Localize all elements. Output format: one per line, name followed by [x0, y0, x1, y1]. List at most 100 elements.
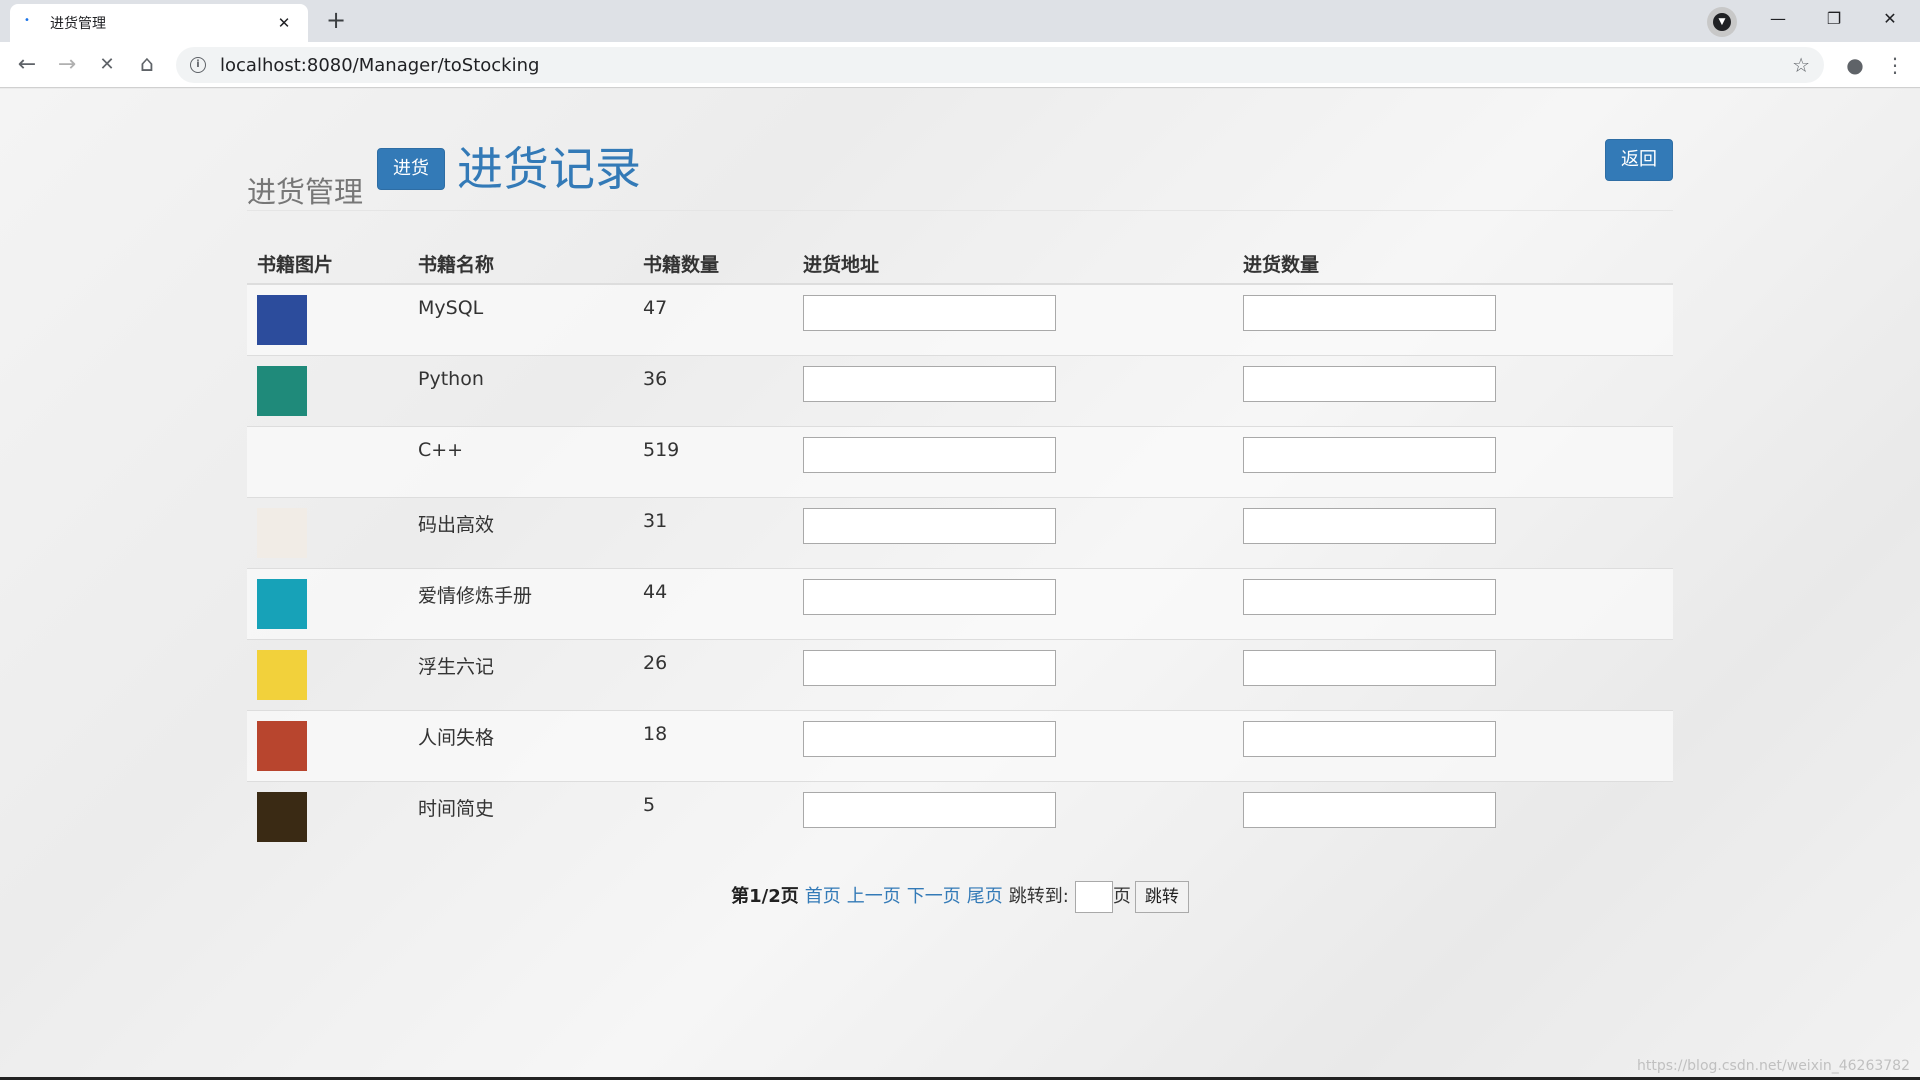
page-content: 进货管理 进货 进货记录 返回 书籍图片 书籍名称 书籍数量 进货地址 进货数量…: [0, 89, 1920, 1080]
stock-address-cell: [793, 638, 1233, 710]
bookmark-star-icon[interactable]: ☆: [1792, 53, 1810, 77]
book-name-cell: 浮生六记: [408, 638, 633, 710]
book-count: 47: [643, 297, 668, 319]
back-nav-button[interactable]: 返回: [1605, 139, 1673, 181]
stock-qty-cell: [1233, 283, 1673, 355]
stock-address-input[interactable]: [803, 791, 1056, 828]
last-page-link[interactable]: 尾页: [967, 881, 1003, 913]
first-page-link[interactable]: 首页: [805, 881, 841, 913]
jump-page-input[interactable]: [1074, 881, 1113, 913]
col-header-stock-qty: 进货数量: [1233, 244, 1673, 285]
book-count: 36: [643, 367, 668, 390]
book-name: 浮生六记: [418, 655, 495, 678]
chevron-down-icon: ▼: [1713, 13, 1731, 31]
book-image-cell: [247, 567, 408, 639]
book-name-cell: 爱情修炼手册: [408, 567, 633, 639]
stock-address-input[interactable]: [803, 578, 1056, 615]
tab-search-button[interactable]: ▼: [1707, 7, 1737, 37]
table-header-row: 书籍图片 书籍名称 书籍数量 进货地址 进货数量: [247, 244, 1673, 285]
table-row: 码出高效 31: [247, 496, 1673, 568]
new-tab-button[interactable]: +: [320, 6, 352, 36]
stock-quantity-input[interactable]: [1243, 720, 1496, 757]
tab-close-icon[interactable]: ✕: [274, 14, 294, 32]
url-text[interactable]: localhost:8080/Manager/toStocking: [220, 55, 1792, 76]
table-row: C++ 519: [247, 425, 1673, 497]
account-icon[interactable]: ●: [1840, 51, 1870, 79]
book-cover-image: [257, 791, 307, 842]
col-header-count: 书籍数量: [633, 244, 793, 285]
table-row: 人间失格 18: [247, 709, 1673, 781]
stock-address-input[interactable]: [803, 436, 1056, 473]
browser-tab[interactable]: • 进货管理 ✕: [10, 4, 308, 42]
stock-qty-cell: [1233, 638, 1673, 710]
book-count: 519: [643, 438, 680, 461]
site-info-icon[interactable]: i: [190, 57, 206, 73]
stop-loading-button[interactable]: ✕: [92, 51, 122, 79]
book-name: MySQL: [418, 297, 484, 319]
book-name: 时间简史: [418, 797, 495, 820]
jump-button[interactable]: 跳转: [1134, 881, 1189, 913]
book-name: 码出高效: [418, 513, 495, 536]
stock-address-input[interactable]: [803, 365, 1056, 402]
book-count-cell: 18: [633, 709, 793, 781]
section-label: 进货管理: [247, 175, 364, 209]
stock-table: 书籍图片 书籍名称 书籍数量 进货地址 进货数量 MySQL 47 Python 36…: [247, 244, 1673, 852]
book-cover-image: [257, 295, 307, 345]
stock-address-input[interactable]: [803, 507, 1056, 544]
table-row: MySQL 47: [247, 283, 1673, 355]
book-count-cell: 5: [633, 780, 793, 852]
book-count-cell: 31: [633, 496, 793, 568]
page-header: 进货管理 进货 进货记录 返回: [247, 139, 1673, 211]
back-button[interactable]: ←: [12, 51, 42, 79]
prev-page-link[interactable]: 上一页: [847, 881, 901, 913]
book-image-cell: [247, 709, 408, 781]
stock-quantity-input[interactable]: [1243, 365, 1496, 402]
book-name: 爱情修炼手册: [418, 584, 533, 607]
minimize-button[interactable]: —: [1750, 0, 1806, 40]
next-page-link[interactable]: 下一页: [907, 881, 961, 913]
book-name: C++: [418, 438, 464, 461]
book-name-cell: 码出高效: [408, 496, 633, 568]
table-row: 浮生六记 26: [247, 638, 1673, 710]
book-count-cell: 519: [633, 425, 793, 497]
restore-button[interactable]: ❐: [1806, 0, 1862, 40]
table-row: Python 36: [247, 354, 1673, 426]
stock-address-cell: [793, 567, 1233, 639]
browser-tab-bar: • 进货管理 ✕ + ▼ — ❐ ✕: [0, 0, 1920, 42]
book-image-cell: [247, 283, 408, 355]
stock-address-input[interactable]: [803, 649, 1056, 686]
stock-quantity-input[interactable]: [1243, 295, 1496, 331]
tab-title: 进货管理: [50, 16, 106, 32]
stock-quantity-input[interactable]: [1243, 791, 1496, 828]
stock-quantity-input[interactable]: [1243, 578, 1496, 615]
book-count-cell: 44: [633, 567, 793, 639]
stock-quantity-input[interactable]: [1243, 507, 1496, 544]
address-bar[interactable]: i localhost:8080/Manager/toStocking ☆: [176, 47, 1824, 83]
col-header-image: 书籍图片: [247, 244, 408, 285]
stock-quantity-input[interactable]: [1243, 436, 1496, 473]
watermark: https://blog.csdn.net/weixin_46263782: [1636, 1058, 1910, 1074]
stock-address-input[interactable]: [803, 720, 1056, 757]
book-name-cell: 人间失格: [408, 709, 633, 781]
table-body: MySQL 47 Python 36 C++ 519 码出高效 31 爱情修炼手册 44 浮生六记 2…: [247, 283, 1673, 852]
book-image-cell: [247, 496, 408, 568]
book-image-cell: [247, 354, 408, 426]
book-count-cell: 26: [633, 638, 793, 710]
stock-address-cell: [793, 496, 1233, 568]
stock-address-cell: [793, 780, 1233, 852]
col-header-address: 进货地址: [793, 244, 1233, 285]
browser-toolbar: ← → ✕ ⌂ i localhost:8080/Manager/toStock…: [0, 42, 1920, 88]
page-info: 第1/2页: [731, 886, 799, 907]
book-count-cell: 47: [633, 283, 793, 355]
stock-address-cell: [793, 425, 1233, 497]
browser-menu-icon[interactable]: ⋮: [1880, 51, 1910, 79]
home-button[interactable]: ⌂: [132, 51, 162, 79]
stock-quantity-input[interactable]: [1243, 649, 1496, 686]
stock-qty-cell: [1233, 780, 1673, 852]
forward-button[interactable]: →: [52, 51, 82, 79]
book-cover-image: [257, 365, 307, 416]
book-image-cell: [247, 780, 408, 852]
stock-address-input[interactable]: [803, 295, 1056, 331]
close-window-button[interactable]: ✕: [1862, 0, 1918, 40]
stock-button[interactable]: 进货: [377, 148, 445, 190]
